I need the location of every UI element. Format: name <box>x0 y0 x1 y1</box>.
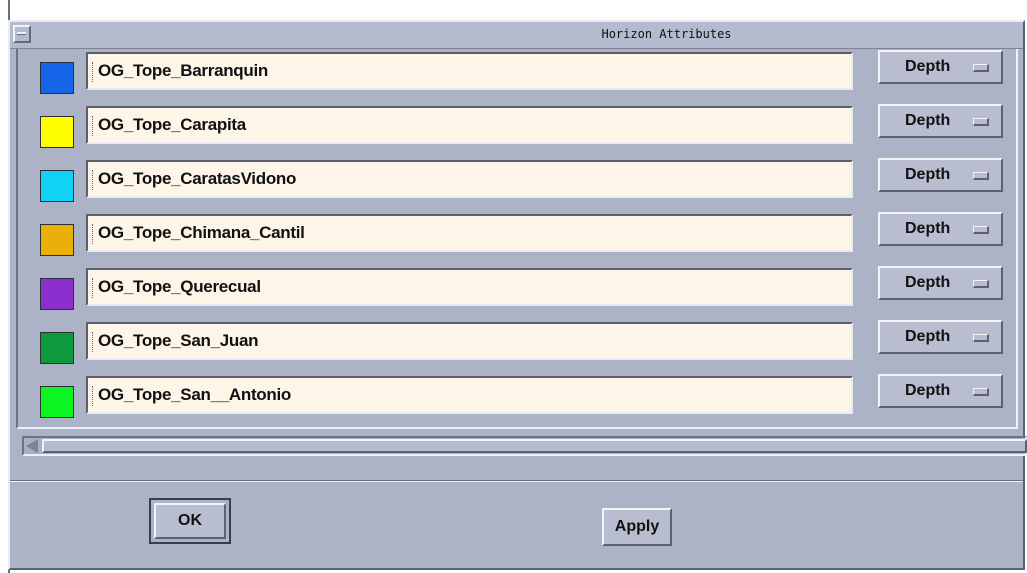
horizon-name: OG_Tope_Barranquin <box>98 61 268 80</box>
text-cursor <box>92 170 97 190</box>
attribute-option-menu[interactable]: Depth <box>878 266 1003 300</box>
apply-button[interactable]: Apply <box>602 508 672 546</box>
horizon-list: OG_Tope_Barranquin Depth OG_Tope_Carapita D… <box>16 49 1018 429</box>
text-cursor <box>92 278 97 298</box>
option-menu-indicator-icon <box>973 64 989 72</box>
window-title: Horizon Attributes <box>601 27 732 41</box>
attribute-label: Depth <box>905 382 951 399</box>
horizon-name-field[interactable]: OG_Tope_San_Juan <box>86 322 853 360</box>
attribute-label: Depth <box>905 328 951 345</box>
option-menu-indicator-icon <box>973 280 989 288</box>
arrow-left-icon[interactable] <box>26 439 38 453</box>
horizon-row: OG_Tope_Chimana_Cantil Depth <box>18 211 1016 265</box>
color-swatch[interactable] <box>40 332 74 364</box>
horizontal-scrollbar[interactable] <box>22 436 1027 456</box>
horizon-name-field[interactable]: OG_Tope_Chimana_Cantil <box>86 214 853 252</box>
text-cursor <box>92 116 97 136</box>
horizon-attributes-window: Horizon Attributes OG_Tope_Barranquin Dep… <box>8 20 1027 570</box>
ok-button[interactable]: OK <box>154 503 226 539</box>
horizon-name: OG_Tope_CaratasVidono <box>98 169 297 188</box>
attribute-option-menu[interactable]: Depth <box>878 104 1003 138</box>
attribute-label: Depth <box>905 166 951 183</box>
color-swatch[interactable] <box>40 116 74 148</box>
horizon-row: OG_Tope_San__Antonio Depth <box>18 373 1016 427</box>
text-cursor <box>92 62 97 82</box>
attribute-option-menu[interactable]: Depth <box>878 50 1003 84</box>
text-cursor <box>92 332 97 352</box>
horizon-row: OG_Tope_CaratasVidono Depth <box>18 157 1016 211</box>
color-swatch[interactable] <box>40 386 74 418</box>
text-cursor <box>92 224 97 244</box>
horizon-name: OG_Tope_Chimana_Cantil <box>98 223 305 242</box>
divider <box>10 480 1023 482</box>
color-swatch[interactable] <box>40 62 74 94</box>
color-swatch[interactable] <box>40 224 74 256</box>
horizon-name-field[interactable]: OG_Tope_San__Antonio <box>86 376 853 414</box>
horizon-name: OG_Tope_Carapita <box>98 115 246 134</box>
option-menu-indicator-icon <box>973 226 989 234</box>
scrollbar-thumb[interactable] <box>42 439 1027 453</box>
horizon-name-field[interactable]: OG_Tope_Carapita <box>86 106 853 144</box>
horizon-name: OG_Tope_San__Antonio <box>98 385 291 404</box>
attribute-label: Depth <box>905 58 951 75</box>
title-bar[interactable]: Horizon Attributes <box>10 22 1023 49</box>
horizon-name-field[interactable]: OG_Tope_Querecual <box>86 268 853 306</box>
text-cursor <box>92 386 97 406</box>
horizon-row: OG_Tope_San_Juan Depth <box>18 319 1016 373</box>
attribute-label: Depth <box>905 274 951 291</box>
horizon-row: OG_Tope_Barranquin Depth <box>18 49 1016 103</box>
horizon-name: OG_Tope_Querecual <box>98 277 261 296</box>
horizon-name: OG_Tope_San_Juan <box>98 331 259 350</box>
horizon-name-field[interactable]: OG_Tope_Barranquin <box>86 52 853 90</box>
horizon-name-field[interactable]: OG_Tope_CaratasVidono <box>86 160 853 198</box>
option-menu-indicator-icon <box>973 334 989 342</box>
horizon-row: OG_Tope_Querecual Depth <box>18 265 1016 319</box>
color-swatch[interactable] <box>40 170 74 202</box>
attribute-option-menu[interactable]: Depth <box>878 212 1003 246</box>
option-menu-indicator-icon <box>973 388 989 396</box>
attribute-option-menu[interactable]: Depth <box>878 158 1003 192</box>
attribute-label: Depth <box>905 220 951 237</box>
attribute-option-menu[interactable]: Depth <box>878 320 1003 354</box>
attribute-option-menu[interactable]: Depth <box>878 374 1003 408</box>
horizon-row: OG_Tope_Carapita Depth <box>18 103 1016 157</box>
option-menu-indicator-icon <box>973 118 989 126</box>
attribute-label: Depth <box>905 112 951 129</box>
color-swatch[interactable] <box>40 278 74 310</box>
option-menu-indicator-icon <box>973 172 989 180</box>
